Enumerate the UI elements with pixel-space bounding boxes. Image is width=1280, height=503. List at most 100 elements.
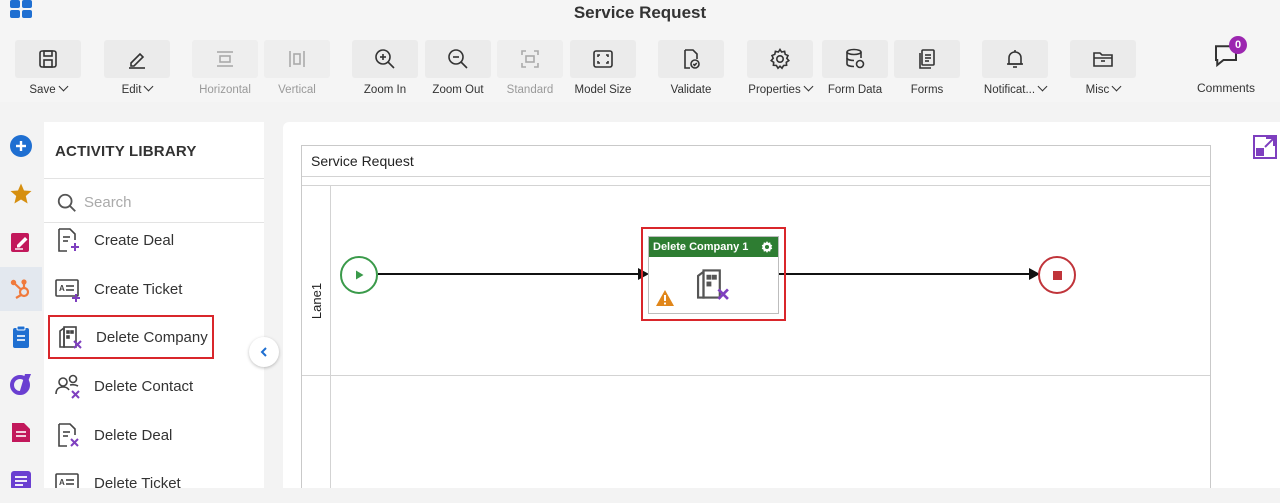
library-item-delete-company[interactable]: Delete Company bbox=[48, 315, 214, 359]
chevron-down-icon bbox=[1111, 81, 1122, 92]
database-icon bbox=[846, 48, 865, 69]
title-bar: Service Request bbox=[0, 0, 1280, 26]
model-size-label: Model Size bbox=[574, 84, 632, 96]
form-data-button[interactable]: Form Data bbox=[822, 40, 888, 100]
forms-icon bbox=[919, 49, 935, 69]
rail-forms-button[interactable] bbox=[0, 220, 42, 264]
horizontal-icon bbox=[217, 51, 233, 67]
edit-label: Edit bbox=[121, 84, 142, 96]
gear-icon bbox=[770, 48, 790, 70]
lane-label[interactable]: Lane1 bbox=[291, 283, 341, 319]
rail-hubspot-button[interactable] bbox=[0, 267, 42, 311]
search-icon bbox=[57, 193, 76, 212]
page-title: Service Request bbox=[573, 3, 707, 22]
sequence-flow-task-end[interactable] bbox=[779, 273, 1031, 275]
chevron-down-icon bbox=[58, 81, 69, 92]
zoom-in-icon bbox=[375, 49, 395, 69]
delete-contact-icon bbox=[55, 374, 80, 399]
horizontal-label: Horizontal bbox=[199, 84, 251, 96]
properties-button[interactable]: Properties bbox=[747, 40, 814, 100]
comments-label: Comments bbox=[1196, 81, 1255, 95]
task-title: Delete Company 1 bbox=[653, 241, 749, 253]
notifications-button[interactable]: Notificat... bbox=[982, 40, 1048, 100]
forms-button[interactable]: Forms bbox=[894, 40, 960, 100]
library-item-label: Delete Deal bbox=[94, 426, 173, 444]
star-icon bbox=[10, 183, 32, 204]
rail-document-button[interactable] bbox=[0, 410, 42, 454]
expand-icon[interactable] bbox=[1252, 134, 1278, 160]
chevron-down-icon bbox=[1037, 81, 1048, 92]
model-size-button[interactable]: Model Size bbox=[570, 40, 636, 100]
end-event[interactable] bbox=[1038, 256, 1076, 294]
play-icon bbox=[356, 270, 364, 280]
standard-button[interactable]: Standard bbox=[497, 40, 563, 100]
pool-divider bbox=[302, 185, 1210, 186]
collapse-library-button[interactable] bbox=[249, 337, 279, 367]
library-item-create-deal[interactable]: Create Deal bbox=[48, 218, 258, 262]
bell-icon bbox=[1007, 50, 1023, 68]
stop-icon bbox=[1052, 270, 1062, 280]
vertical-button[interactable]: Vertical bbox=[264, 40, 330, 100]
zoom-in-label: Zoom In bbox=[363, 84, 407, 96]
task-header: Delete Company 1 bbox=[649, 237, 778, 257]
bottom-strip bbox=[0, 488, 1280, 503]
library-item-label: Create Ticket bbox=[94, 280, 183, 298]
zoom-out-icon bbox=[448, 49, 468, 69]
gear-icon[interactable] bbox=[760, 240, 774, 254]
save-icon bbox=[39, 50, 57, 68]
library-item-label: Delete Company bbox=[96, 328, 208, 346]
hubspot-icon bbox=[10, 279, 30, 299]
validate-button[interactable]: Validate bbox=[658, 40, 724, 100]
library-item-delete-deal[interactable]: Delete Deal bbox=[48, 413, 258, 457]
rail-add-button[interactable] bbox=[0, 124, 42, 168]
left-rail bbox=[0, 122, 42, 503]
properties-label: Properties bbox=[748, 84, 801, 96]
zoom-in-button[interactable]: Zoom In bbox=[352, 40, 418, 100]
notifications-label: Notificat... bbox=[983, 84, 1036, 96]
toolbar: Save Edit Horizontal Vertical Zoom In Zo… bbox=[0, 26, 1280, 102]
svg-text:A: A bbox=[59, 478, 65, 487]
misc-label: Misc bbox=[1085, 84, 1110, 96]
library-item-label: Delete Contact bbox=[94, 377, 194, 395]
create-ticket-icon: A bbox=[55, 279, 80, 302]
lane-header-divider bbox=[330, 186, 331, 503]
form-data-label: Form Data bbox=[827, 84, 883, 96]
comments-button[interactable]: 0 Comments bbox=[1193, 36, 1259, 95]
save-label: Save bbox=[29, 84, 56, 96]
rail-favorites-button[interactable] bbox=[0, 172, 42, 216]
start-event[interactable] bbox=[340, 256, 378, 294]
warning-icon[interactable] bbox=[655, 289, 675, 307]
activity-library-panel: ACTIVITY LIBRARY Create Deal A Create Ti… bbox=[44, 122, 264, 503]
misc-button[interactable]: Misc bbox=[1070, 40, 1136, 100]
edit-button[interactable]: Edit bbox=[104, 40, 170, 100]
library-item-label: Create Deal bbox=[94, 231, 175, 249]
zoom-out-label: Zoom Out bbox=[432, 84, 484, 96]
library-item-delete-contact[interactable]: Delete Contact bbox=[48, 364, 258, 408]
standard-icon bbox=[521, 50, 539, 68]
forms-label: Forms bbox=[910, 84, 944, 96]
chevron-down-icon bbox=[143, 81, 154, 92]
standard-label: Standard bbox=[506, 84, 554, 96]
chevron-left-icon bbox=[260, 347, 267, 357]
delete-company-task[interactable]: Delete Company 1 bbox=[648, 236, 779, 314]
pool[interactable]: Service Request Lane1 bbox=[301, 145, 1211, 503]
rail-clipboard-button[interactable] bbox=[0, 315, 42, 359]
pencil-icon bbox=[129, 52, 145, 69]
delete-company-icon bbox=[59, 326, 82, 349]
svg-text:A: A bbox=[59, 284, 65, 293]
save-button[interactable]: Save bbox=[15, 40, 81, 100]
library-item-create-ticket[interactable]: A Create Ticket bbox=[48, 267, 258, 311]
plus-circle-icon bbox=[10, 135, 32, 157]
delete-company-icon bbox=[696, 269, 729, 300]
search-input[interactable] bbox=[84, 190, 254, 214]
pool-divider bbox=[302, 176, 1210, 177]
horizontal-button[interactable]: Horizontal bbox=[192, 40, 258, 100]
zoom-out-button[interactable]: Zoom Out bbox=[425, 40, 491, 100]
folder-icon bbox=[1093, 52, 1113, 67]
create-deal-icon bbox=[58, 228, 79, 252]
lane-divider bbox=[302, 375, 1210, 376]
rail-integration-button[interactable] bbox=[0, 362, 42, 406]
sequence-flow-start-task[interactable] bbox=[378, 273, 640, 275]
edit-form-icon bbox=[11, 233, 29, 252]
validate-label: Validate bbox=[670, 84, 712, 96]
